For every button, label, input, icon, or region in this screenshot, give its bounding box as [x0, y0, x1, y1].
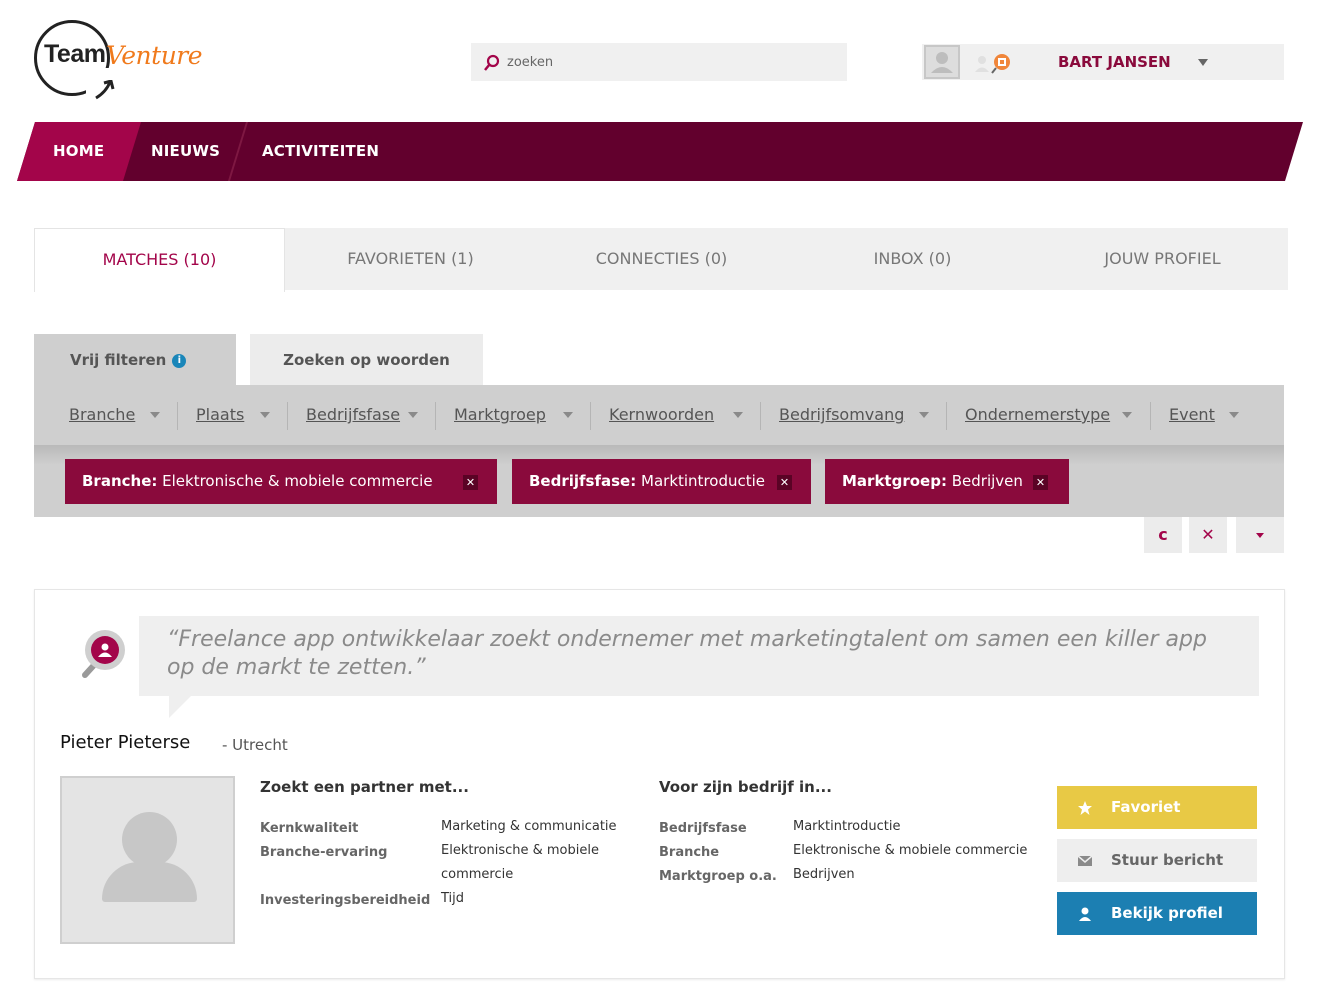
chip-value: Elektronische & mobiele commercie	[162, 472, 433, 490]
send-message-button[interactable]: Stuur bericht	[1057, 839, 1257, 882]
logo-venture: Venture	[106, 41, 203, 70]
chevron-down-icon[interactable]	[1229, 412, 1239, 418]
close-icon[interactable]: ✕	[1033, 475, 1048, 490]
company-value: Bedrijven	[793, 867, 855, 882]
filter-dropdown-bedrijfsomvang[interactable]: Bedrijfsomvang	[779, 405, 904, 424]
logo-arrow-icon	[95, 80, 115, 100]
send-message-button-label: Stuur bericht	[1111, 851, 1224, 869]
refresh-button[interactable]: c	[1144, 517, 1182, 553]
chevron-down-icon[interactable]	[260, 412, 270, 418]
notification-icon[interactable]	[972, 52, 1014, 74]
filter-bar: Branche Plaats Bedrijfsfase Marktgroep K…	[34, 385, 1284, 517]
clear-filters-button[interactable]: ✕	[1189, 517, 1227, 553]
search-input[interactable]	[507, 51, 827, 73]
chip-key: Branche:	[82, 472, 158, 490]
match-quote: “Freelance app ontwikkelaar zoekt ondern…	[139, 616, 1259, 696]
tab-jouw-profiel[interactable]: JOUW PROFIEL	[1037, 228, 1288, 290]
filter-tab-free[interactable]: Vrij filteren i	[34, 334, 236, 386]
filter-chip-marktgroep: Marktgroep: Bedrijven ✕	[825, 459, 1069, 504]
search-box	[471, 43, 847, 81]
chip-value: Bedrijven	[951, 472, 1023, 490]
filter-tab-words[interactable]: Zoeken op woorden	[250, 334, 483, 386]
filter-dropdown-ondernemerstype[interactable]: Ondernemerstype	[965, 405, 1110, 424]
logo[interactable]: Team Venture	[34, 20, 224, 100]
filter-dropdown-event[interactable]: Event	[1169, 405, 1215, 424]
company-value: Marktintroductie	[793, 819, 901, 834]
star-icon	[1078, 801, 1092, 815]
view-profile-button[interactable]: Bekijk profiel	[1057, 892, 1257, 935]
chip-key: Bedrijfsfase:	[529, 472, 637, 490]
user-menu[interactable]: BART JANSEN	[922, 44, 1284, 80]
filter-chip-branche: Branche: Elektronische & mobiele commerc…	[65, 459, 497, 504]
chevron-down-icon[interactable]	[150, 412, 160, 418]
tab-bar: MATCHES (10) FAVORIETEN (1) CONNECTIES (…	[34, 228, 1288, 292]
tab-favorieten[interactable]: FAVORIETEN (1)	[285, 228, 536, 290]
search-icon[interactable]	[483, 54, 501, 72]
filter-tab-free-label: Vrij filteren	[70, 351, 167, 369]
nav-activiteiten[interactable]: ACTIVITEITEN	[262, 142, 379, 160]
partner-section-title: Zoekt een partner met...	[260, 778, 469, 796]
filter-dropdown-bedrijfsfase[interactable]: Bedrijfsfase	[306, 405, 400, 424]
match-magnifier-icon	[82, 630, 125, 678]
main-nav: HOME NIEUWS ACTIVITEITEN	[17, 122, 1303, 181]
partner-value: Marketing & communicatie	[441, 819, 617, 834]
info-icon[interactable]: i	[172, 354, 187, 368]
envelope-icon	[1077, 855, 1093, 866]
company-label: Branche	[659, 845, 720, 860]
filter-dropdown-kernwoorden[interactable]: Kernwoorden	[609, 405, 714, 424]
close-icon[interactable]: ✕	[777, 475, 792, 490]
company-label: Marktgroep o.a.	[659, 869, 777, 884]
view-profile-button-label: Bekijk profiel	[1111, 904, 1223, 922]
caret-down-icon	[1256, 533, 1264, 538]
nav-nieuws[interactable]: NIEUWS	[151, 142, 220, 160]
user-icon	[1079, 907, 1091, 921]
filter-chip-bedrijfsfase: Bedrijfsfase: Marktintroductie ✕	[512, 459, 811, 504]
user-avatar[interactable]	[924, 45, 960, 79]
chevron-down-icon[interactable]	[563, 412, 573, 418]
profile-photo-placeholder[interactable]	[60, 776, 235, 944]
favorite-button[interactable]: Favoriet	[1057, 786, 1257, 829]
nav-home[interactable]: HOME	[53, 142, 104, 160]
close-icon[interactable]: ✕	[463, 475, 478, 490]
company-label: Bedrijfsfase	[659, 821, 747, 836]
person-name[interactable]: Pieter Pieterse	[60, 732, 190, 753]
chevron-down-icon[interactable]	[408, 412, 418, 418]
company-value: Elektronische & mobiele commercie	[793, 843, 1028, 858]
user-name[interactable]: BART JANSEN	[1058, 53, 1171, 71]
filter-dropdown-marktgroep[interactable]: Marktgroep	[454, 405, 546, 424]
user-avatar-icon	[931, 52, 953, 73]
tab-matches[interactable]: MATCHES (10)	[34, 228, 285, 292]
company-section-title: Voor zijn bedrijf in...	[659, 778, 832, 796]
chevron-down-icon[interactable]	[1122, 412, 1132, 418]
chevron-down-icon[interactable]	[733, 412, 743, 418]
partner-value: Tijd	[441, 891, 465, 906]
favorite-button-label: Favoriet	[1111, 798, 1181, 816]
chip-value: Marktintroductie	[641, 472, 766, 490]
chip-key: Marktgroep:	[842, 472, 947, 490]
chevron-down-icon[interactable]	[919, 412, 929, 418]
filter-dropdown-branche[interactable]: Branche	[69, 405, 135, 424]
logo-team: Team	[44, 40, 106, 68]
partner-label: Investeringsbereidheid	[260, 893, 431, 908]
filter-dropdown-plaats[interactable]: Plaats	[196, 405, 244, 424]
partner-value: Elektronische & mobiele commercie	[441, 843, 599, 882]
partner-label: Branche-ervaring	[260, 845, 388, 860]
partner-label: Kernkwaliteit	[260, 821, 359, 836]
match-card: “Freelance app ontwikkelaar zoekt ondern…	[34, 589, 1285, 979]
person-city: - Utrecht	[222, 736, 288, 754]
user-dropdown-icon[interactable]	[1198, 59, 1208, 66]
tab-connecties[interactable]: CONNECTIES (0)	[536, 228, 787, 290]
expand-button[interactable]	[1236, 517, 1284, 553]
tab-inbox[interactable]: INBOX (0)	[787, 228, 1038, 290]
